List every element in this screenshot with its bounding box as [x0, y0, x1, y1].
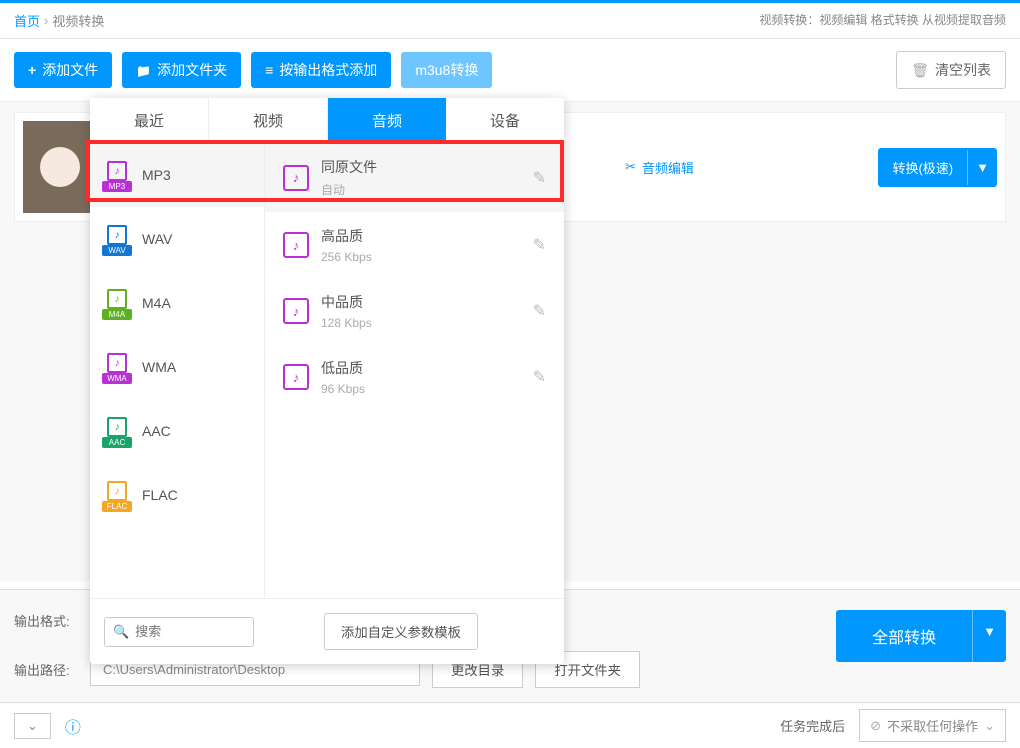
- audio-edit-button[interactable]: 音频编辑: [625, 158, 694, 177]
- after-task-label: 任务完成后: [780, 716, 845, 735]
- tab-audio[interactable]: 音频: [328, 98, 446, 143]
- chevron-right-icon: ›: [44, 13, 48, 28]
- quality-sub: 128 Kbps: [321, 316, 521, 330]
- format-file-icon: ♪: [104, 159, 130, 191]
- format-file-icon: ♪: [104, 479, 130, 511]
- m3u8-convert-button[interactable]: m3u8转换: [401, 52, 492, 88]
- quality-title: 高品质: [321, 226, 521, 246]
- search-input-wrap[interactable]: 🔍: [104, 617, 254, 647]
- search-input[interactable]: [135, 624, 245, 639]
- info-icon[interactable]: ⓘ: [65, 714, 81, 738]
- format-file-icon: ♪: [104, 351, 130, 383]
- breadcrumb-home[interactable]: 首页: [14, 11, 40, 30]
- format-label: FLAC: [142, 487, 178, 503]
- edit-preset-icon[interactable]: ✎: [533, 168, 546, 188]
- format-label: WAV: [142, 231, 172, 247]
- format-label: AAC: [142, 423, 171, 439]
- list-icon: [265, 62, 273, 78]
- output-path-label: 输出路径:: [14, 660, 78, 679]
- quality-item[interactable]: ♪ 同原文件自动 ✎: [265, 143, 564, 212]
- format-item-aac[interactable]: ♪ AAC: [90, 399, 264, 463]
- after-task-select[interactable]: ⊘ 不采取任何操作 ⌄: [859, 709, 1006, 742]
- add-file-button[interactable]: 添加文件: [14, 52, 112, 88]
- plus-icon: [28, 62, 36, 78]
- format-file-icon: ♪: [104, 287, 130, 319]
- music-note-icon: ♪: [283, 165, 309, 191]
- music-note-icon: ♪: [283, 298, 309, 324]
- quality-title: 低品质: [321, 358, 521, 378]
- format-label: M4A: [142, 295, 171, 311]
- search-icon: 🔍: [113, 624, 129, 640]
- trash-icon: [911, 62, 929, 79]
- edit-preset-icon[interactable]: ✎: [533, 235, 546, 255]
- output-format-label: 输出格式:: [14, 611, 78, 630]
- convert-all-button: 全部转换 ▼: [836, 610, 1006, 662]
- format-item-m4a[interactable]: ♪ M4A: [90, 271, 264, 335]
- chevron-down-icon: ⌄: [984, 718, 995, 734]
- breadcrumb-current: 视频转换: [52, 11, 104, 30]
- format-item-wav[interactable]: ♪ WAV: [90, 207, 264, 271]
- expand-toggle[interactable]: ⌄: [14, 713, 51, 739]
- format-label: MP3: [142, 167, 171, 183]
- format-item-wma[interactable]: ♪ WMA: [90, 335, 264, 399]
- convert-dropdown[interactable]: ▼: [967, 150, 997, 185]
- tab-recent[interactable]: 最近: [90, 98, 209, 143]
- format-file-icon: ♪: [104, 223, 130, 255]
- convert-button: 转换(极速) ▼: [878, 148, 997, 187]
- quality-sub: 256 Kbps: [321, 250, 521, 264]
- edit-preset-icon[interactable]: ✎: [533, 301, 546, 321]
- quality-item[interactable]: ♪ 中品质 128 Kbps ✎: [265, 278, 564, 344]
- convert-main[interactable]: 转换(极速): [878, 148, 967, 187]
- convert-all-main[interactable]: 全部转换: [836, 610, 972, 662]
- page-description: 视频转换：视频编辑 格式转换 从视频提取音频: [759, 11, 1006, 30]
- format-item-mp3[interactable]: ♪ MP3: [90, 143, 264, 207]
- quality-sub: 自动: [321, 181, 521, 198]
- format-item-flac[interactable]: ♪ FLAC: [90, 463, 264, 527]
- tab-video[interactable]: 视频: [209, 98, 328, 143]
- folder-icon: [136, 62, 151, 78]
- format-label: WMA: [142, 359, 176, 375]
- no-action-icon: ⊘: [870, 718, 881, 734]
- convert-all-dropdown[interactable]: ▼: [972, 610, 1006, 662]
- quality-item[interactable]: ♪ 低品质 96 Kbps ✎: [265, 344, 564, 410]
- tab-device[interactable]: 设备: [446, 98, 564, 143]
- quality-title: 中品质: [321, 292, 521, 312]
- format-file-icon: ♪: [104, 415, 130, 447]
- quality-item[interactable]: ♪ 高品质 256 Kbps ✎: [265, 212, 564, 278]
- breadcrumb: 首页 › 视频转换: [14, 11, 104, 30]
- format-picker-panel: 最近 视频 音频 设备 ♪ MP3 ♪ WAV ♪ M4A ♪ WMA ♪ AAC ♪ FLAC ♪ 同…: [90, 98, 564, 664]
- music-note-icon: ♪: [283, 364, 309, 390]
- quality-sub: 96 Kbps: [321, 382, 521, 396]
- custom-template-button[interactable]: 添加自定义参数模板: [324, 613, 478, 650]
- add-by-format-button[interactable]: 按输出格式添加: [251, 52, 391, 88]
- music-note-icon: ♪: [283, 232, 309, 258]
- file-thumbnail: [23, 121, 97, 213]
- scissors-icon: [625, 159, 636, 175]
- quality-title: 同原文件: [321, 157, 521, 177]
- add-folder-button[interactable]: 添加文件夹: [122, 52, 241, 88]
- edit-preset-icon[interactable]: ✎: [533, 367, 546, 387]
- clear-list-button[interactable]: 清空列表: [896, 51, 1006, 89]
